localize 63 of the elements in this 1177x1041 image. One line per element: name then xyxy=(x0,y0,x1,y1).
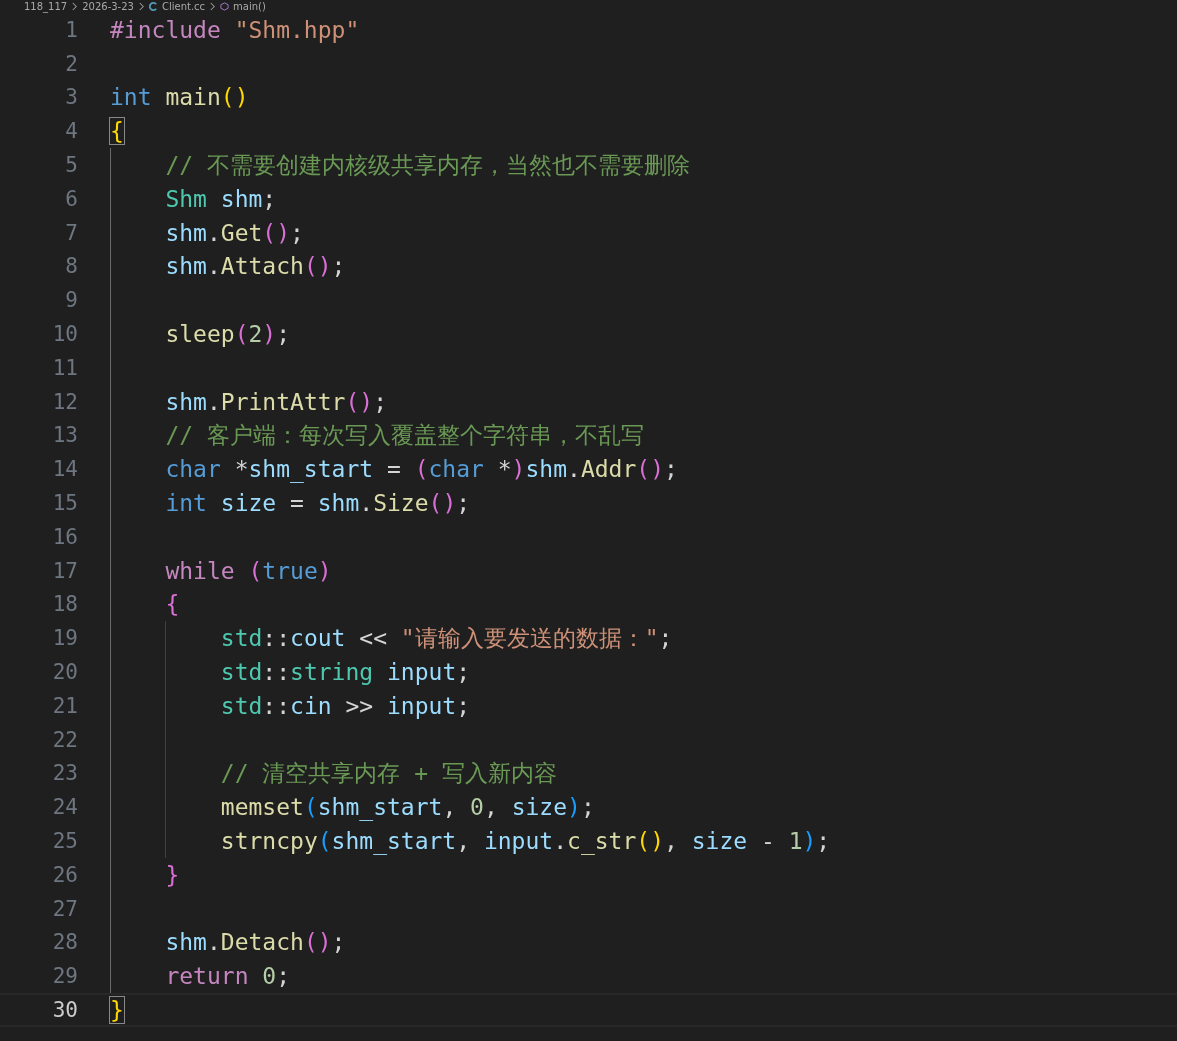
code-line: shm.PrintAttr(); xyxy=(165,387,387,416)
code-line: Shm shm; xyxy=(165,184,277,213)
line-number: 28 xyxy=(51,930,78,955)
code-line: std::cin >> input; xyxy=(220,691,471,720)
line-number: 5 xyxy=(64,153,78,178)
line-number: 14 xyxy=(51,457,78,482)
line-number: 22 xyxy=(51,727,78,752)
breadcrumb-item[interactable]: 2026-3-23 xyxy=(82,0,134,13)
code-line: } xyxy=(110,996,124,1024)
line-number: 17 xyxy=(51,558,78,583)
code-line: // 清空共享内存 + 写入新内容 xyxy=(220,759,557,788)
code-line: { xyxy=(110,117,124,146)
line-number: 8 xyxy=(64,254,78,279)
code-line: #include "Shm.hpp" xyxy=(110,15,360,44)
line-number: 7 xyxy=(64,220,78,245)
cube-icon xyxy=(220,2,230,11)
line-number: 2 xyxy=(64,51,78,76)
line-number: 23 xyxy=(51,761,78,786)
line-number: 6 xyxy=(64,186,78,211)
breadcrumb-item[interactable]: Client.cc xyxy=(161,0,206,13)
line-number: 29 xyxy=(51,964,78,989)
line-number: 24 xyxy=(51,795,78,820)
code-line: { xyxy=(165,590,180,619)
line-number: 21 xyxy=(51,693,78,718)
c-file-icon xyxy=(148,2,158,11)
code-line: // 不需要创建内核级共享内存，当然也不需要删除 xyxy=(165,151,690,180)
code-line: while (true) xyxy=(165,556,332,585)
breadcrumb-item[interactable]: main() xyxy=(233,0,266,13)
line-number: 3 xyxy=(64,85,78,110)
code-line: strncpy(shm_start, input.c_str(), size - 1); xyxy=(220,827,831,855)
line-number: 30 xyxy=(51,998,78,1022)
code-line: int main() xyxy=(110,83,249,112)
code-line: std::string input; xyxy=(220,658,471,687)
line-number: 13 xyxy=(51,423,78,448)
code-line: shm.Get(); xyxy=(165,218,304,247)
breadcrumb-item[interactable]: 118_117 xyxy=(24,0,68,13)
line-number: 18 xyxy=(51,592,78,617)
code-line: int size = shm.Size(); xyxy=(165,489,471,518)
chevron-icon xyxy=(137,2,145,11)
code-line: } xyxy=(165,860,180,889)
line-number: 11 xyxy=(51,355,78,380)
code-line: shm.Attach(); xyxy=(165,252,346,281)
line-number: 10 xyxy=(51,322,78,347)
line-number: 15 xyxy=(51,491,78,516)
line-number: 20 xyxy=(51,660,78,685)
line-number: 16 xyxy=(51,524,78,549)
line-number: 19 xyxy=(51,626,78,651)
chevron-icon xyxy=(71,2,79,11)
line-number: 9 xyxy=(64,288,78,313)
code-line: memset(shm_start, 0, size); xyxy=(220,793,595,822)
line-number: 25 xyxy=(51,829,78,853)
code-line: sleep(2); xyxy=(165,320,291,349)
code-line: char *shm_start = (char *)shm.Addr(); xyxy=(165,455,678,484)
code-line: shm.Detach(); xyxy=(165,928,346,957)
line-number: 4 xyxy=(64,119,78,144)
line-number: 1 xyxy=(64,17,78,42)
chevron-icon xyxy=(209,2,217,11)
code-line: return 0; xyxy=(165,962,291,991)
line-number: 27 xyxy=(51,896,78,921)
code-line: std::cout << "请输入要发送的数据："; xyxy=(220,624,673,653)
line-number: 12 xyxy=(51,389,78,414)
code-line: // 客户端：每次写入覆盖整个字符串，不乱写 xyxy=(165,421,644,450)
line-number: 26 xyxy=(51,862,78,887)
